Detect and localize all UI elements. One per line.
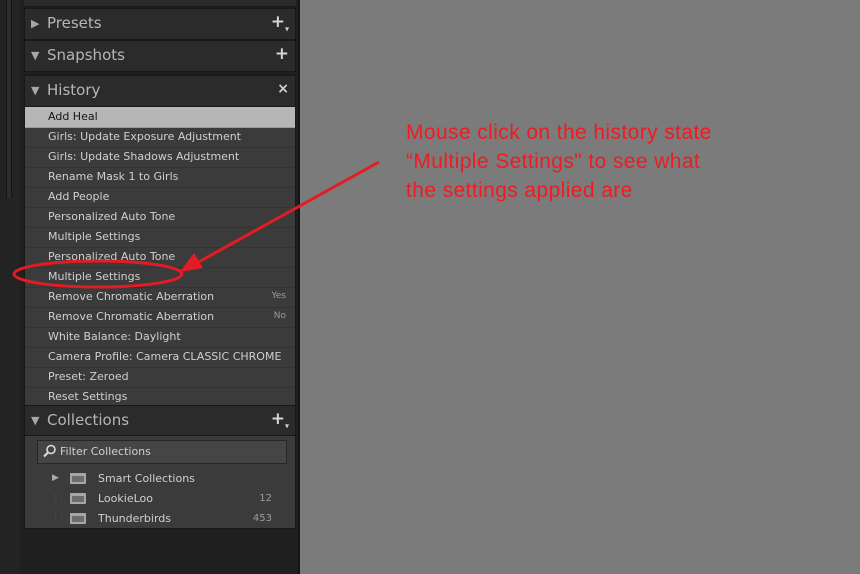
highlight-ellipse [12,259,184,289]
pointer-arrow-shaft [194,160,380,266]
pointer-arrow-head [180,253,203,272]
annotation-overlay [12,160,380,289]
